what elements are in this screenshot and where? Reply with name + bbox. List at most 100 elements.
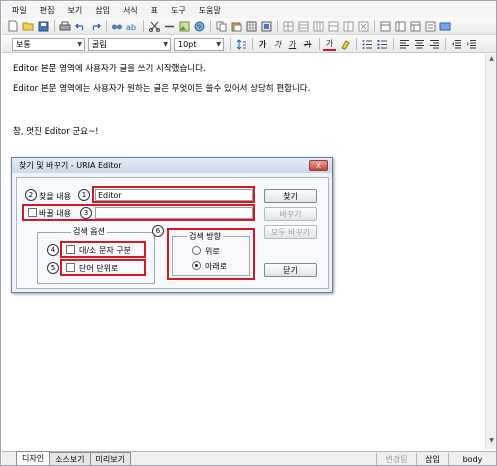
case-label: 대/소 문자 구분: [79, 246, 131, 255]
font-size-select[interactable]: 10pt ▼: [174, 37, 224, 51]
preview-icon[interactable]: [438, 19, 452, 33]
word-label: 단어 단위로: [79, 264, 119, 273]
globe-icon[interactable]: [192, 19, 206, 33]
highlight-icon[interactable]: [338, 37, 352, 51]
underline-button[interactable]: 가: [286, 38, 299, 51]
cell-props-icon[interactable]: [378, 19, 392, 33]
table-split-icon[interactable]: [341, 19, 355, 33]
redo-icon[interactable]: [88, 19, 102, 33]
italic-button[interactable]: 가: [271, 38, 284, 51]
toolbar-separator: [374, 20, 375, 32]
radio-down-label: 아래로: [205, 262, 228, 271]
find-icon[interactable]: [110, 19, 124, 33]
toolbar-separator: [445, 38, 446, 50]
menu-format[interactable]: 서식: [123, 5, 138, 16]
marker-6: 6: [152, 225, 164, 237]
marker-5: 5: [47, 262, 59, 274]
table-col-icon[interactable]: [311, 19, 325, 33]
copy-icon[interactable]: [214, 19, 228, 33]
table-icon[interactable]: [244, 19, 258, 33]
cell-align-icon[interactable]: [393, 19, 407, 33]
align-right-icon[interactable]: [427, 37, 441, 51]
find-input[interactable]: Editor: [95, 189, 253, 201]
indent-icon[interactable]: [464, 37, 478, 51]
replace-button[interactable]: 바꾸기: [264, 207, 317, 221]
font-color-button[interactable]: 가: [323, 38, 336, 51]
tab-source[interactable]: 소스보기: [49, 452, 91, 465]
toolbar-separator: [393, 38, 394, 50]
menu-edit[interactable]: 편집: [40, 5, 55, 16]
tab-design[interactable]: 디자인: [16, 451, 51, 465]
close-button[interactable]: 닫기: [264, 263, 317, 277]
special-char-icon[interactable]: [259, 19, 273, 33]
line-height-icon[interactable]: [234, 37, 248, 51]
find-label: 찾을 내용: [39, 192, 71, 201]
toolbar-separator: [54, 20, 55, 32]
save-icon[interactable]: [36, 19, 50, 33]
marker-2: 2: [25, 189, 37, 201]
paragraph-style-select[interactable]: 보통 ▼: [12, 37, 85, 51]
font-family-value: 굴림: [92, 39, 107, 49]
table-delete-icon[interactable]: [356, 19, 370, 33]
dialog-title-bar[interactable]: 찾기 및 바꾸기 - URIA Editor X: [12, 158, 332, 173]
word-checkbox[interactable]: [66, 263, 75, 272]
radio-down[interactable]: [192, 261, 201, 270]
menu-file[interactable]: 파일: [12, 5, 27, 16]
replace-icon[interactable]: ab: [125, 19, 139, 33]
align-center-icon[interactable]: [412, 37, 426, 51]
ordered-list-icon[interactable]: [360, 37, 374, 51]
close-icon[interactable]: X: [309, 160, 328, 171]
standard-toolbar: ab: [2, 18, 496, 35]
bullet-list-icon[interactable]: [375, 37, 389, 51]
image-icon[interactable]: [177, 19, 191, 33]
replace-label: 바꿀 내용: [39, 209, 71, 218]
chevron-down-icon: ▼: [163, 40, 168, 48]
menu-view[interactable]: 보기: [67, 5, 82, 16]
editor-paragraph: Editor 본문 영역에 사용자가 글을 쓰기 시작했습니다.: [13, 64, 206, 74]
horizontal-rule-icon[interactable]: [162, 19, 176, 33]
open-folder-icon[interactable]: [21, 19, 35, 33]
replace-checkbox[interactable]: [28, 208, 37, 217]
menu-help[interactable]: 도움말: [199, 5, 221, 16]
menu-table[interactable]: 표: [151, 5, 158, 16]
find-button[interactable]: 찾기: [264, 189, 317, 203]
undo-icon[interactable]: [73, 19, 87, 33]
case-checkbox[interactable]: [66, 245, 75, 254]
editor-paragraph: 참, 멋진 Editor 군요~!: [13, 127, 99, 137]
menubar: 파일 편집 보기 삽입 서식 표 도구 도움말: [2, 2, 496, 18]
table-merge-icon[interactable]: [326, 19, 340, 33]
modified-status: 변경됨: [376, 453, 416, 465]
toolbar-separator: [252, 38, 253, 50]
marker-1: 1: [78, 189, 90, 201]
outdent-icon[interactable]: [449, 37, 463, 51]
align-left-icon[interactable]: [397, 37, 411, 51]
tab-preview[interactable]: 미리보기: [89, 452, 131, 465]
strikethrough-button[interactable]: 가: [301, 38, 314, 51]
scroll-up-icon[interactable]: ▲: [487, 55, 496, 65]
vertical-scrollbar[interactable]: ▲ ▼: [485, 54, 496, 449]
new-document-icon[interactable]: [6, 19, 20, 33]
print-icon[interactable]: [58, 19, 72, 33]
direction-title: 검색 방향: [187, 231, 223, 242]
table-props-icon[interactable]: [408, 19, 422, 33]
options-title: 검색 옵션: [71, 226, 107, 237]
radio-up-label: 위로: [205, 247, 220, 256]
radio-up[interactable]: [192, 246, 201, 255]
font-family-select[interactable]: 굴림 ▼: [88, 37, 171, 51]
form-icon[interactable]: [423, 19, 437, 33]
table-insert-icon[interactable]: [281, 19, 295, 33]
editor-paragraph: Editor 본문 영역에는 사용자가 원하는 글은 무엇이든 쓸수 있어서 상…: [13, 84, 311, 94]
menu-tools[interactable]: 도구: [171, 5, 186, 16]
table-row-icon[interactable]: [296, 19, 310, 33]
scroll-down-icon[interactable]: ▼: [487, 437, 496, 447]
replace-input[interactable]: [95, 207, 253, 219]
paste-icon[interactable]: [229, 19, 243, 33]
replace-all-button[interactable]: 모두 바꾸기: [264, 225, 317, 239]
cut-icon[interactable]: [147, 19, 161, 33]
format-toolbar: 보통 ▼ 굴림 ▼ 10pt ▼ 가 가 가 가 가: [2, 36, 496, 53]
menu-insert[interactable]: 삽입: [95, 5, 110, 16]
marker-3: 3: [80, 207, 92, 219]
find-replace-dialog: 찾기 및 바꾸기 - URIA Editor X 2 찾을 내용 1 Edito…: [11, 157, 333, 293]
bold-button[interactable]: 가: [256, 38, 269, 51]
paragraph-style-value: 보통: [16, 39, 31, 49]
